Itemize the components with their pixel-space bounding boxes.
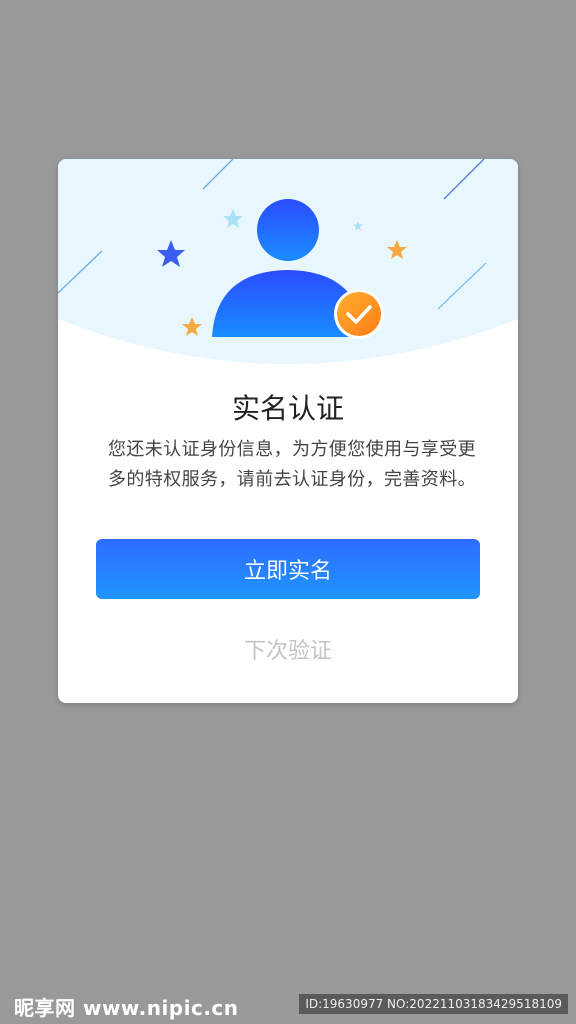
dialog-title: 实名认证 xyxy=(231,392,344,425)
verify-later-button[interactable]: 下次验证 xyxy=(188,627,388,671)
watermark-id: ID:19630977 NO:20221103183429518109 xyxy=(299,994,568,1014)
dialog-description: 您还未认证身份信息，为方便您使用与享受更多的特权服务，请前去认证身份，完善资料。 xyxy=(108,439,476,490)
realname-dialog: 实名认证 您还未认证身份信息，为方便您使用与享受更多的特权服务，请前去认证身份，… xyxy=(58,159,518,703)
header-illustration xyxy=(58,159,518,364)
verify-now-button[interactable]: 立即实名 xyxy=(96,539,480,599)
watermark-logo: 昵享网 www.nipic.cn xyxy=(14,996,239,1020)
watermark-bar: 昵享网 www.nipic.cn ID:19630977 NO:20221103… xyxy=(0,988,576,1024)
check-badge-icon xyxy=(334,289,384,339)
